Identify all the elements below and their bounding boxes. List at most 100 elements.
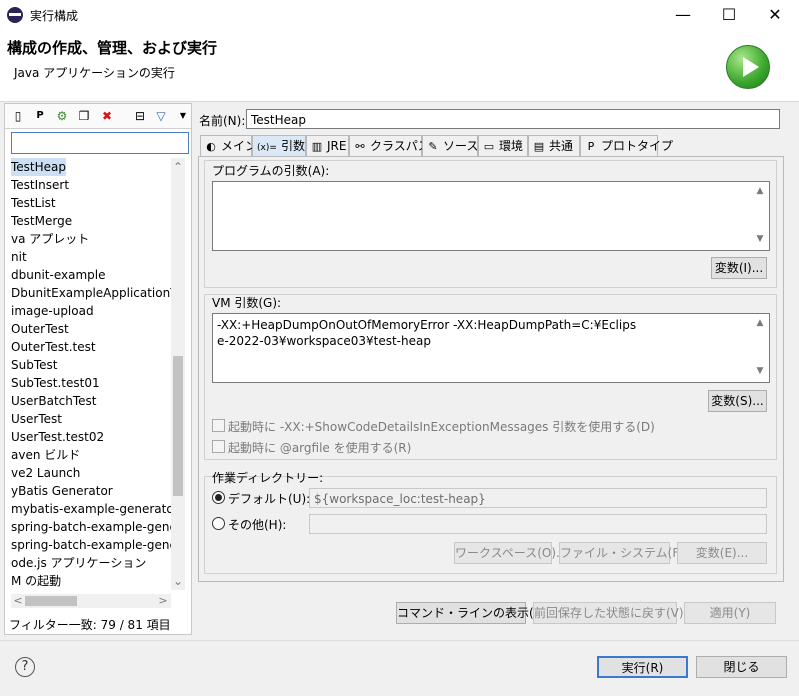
other-radio[interactable] xyxy=(212,517,225,530)
scroll-right-arrow[interactable]: > xyxy=(157,594,169,607)
vertical-scrollbar[interactable]: ⌃ ⌄ xyxy=(171,158,185,590)
main-tab-icon: ◐ xyxy=(206,140,216,153)
title-bar: 実行構成 — ☐ ✕ xyxy=(0,0,799,30)
configuration-item[interactable]: nit xyxy=(11,248,27,266)
show-code-details-checkbox[interactable] xyxy=(212,419,225,432)
configuration-item[interactable]: ve2 Launch xyxy=(11,464,80,482)
textarea-scroll-up-icon[interactable]: ▲ xyxy=(754,186,766,196)
horizontal-scrollbar[interactable]: < > xyxy=(11,594,171,608)
vertical-scroll-thumb[interactable] xyxy=(173,356,183,496)
footer-divider xyxy=(0,640,799,641)
run-button[interactable]: 実行(R) xyxy=(597,656,688,678)
configuration-item[interactable]: mybatis-example-generatorC xyxy=(11,500,171,518)
configuration-item[interactable]: yBatis Generator xyxy=(11,482,113,500)
show-command-line-button[interactable]: コマンド・ラインの表示(W) xyxy=(396,602,550,624)
prototype-tab-icon: P xyxy=(587,140,595,153)
configuration-item[interactable]: spring-batch-example-genera xyxy=(11,518,171,536)
tab-classpath[interactable]: ⚯ クラスパス xyxy=(349,135,430,156)
other-radio-label: その他(H): xyxy=(228,518,287,532)
tab-common[interactable]: ▤ 共通 xyxy=(528,135,580,156)
configuration-item[interactable]: OuterTest xyxy=(11,320,69,338)
name-label: 名前(N): xyxy=(199,114,246,128)
configuration-item[interactable]: OuterTest.test xyxy=(11,338,96,356)
configuration-item[interactable]: DbunitExampleApplicationTes xyxy=(11,284,171,302)
program-variables-button[interactable]: 変数(I)... xyxy=(711,257,767,279)
vm-arguments-textarea[interactable]: -XX:+HeapDumpOnOutOfMemoryError -XX:Heap… xyxy=(212,313,770,383)
vm-scroll-up-icon[interactable]: ▲ xyxy=(754,318,766,328)
environment-tab-icon: ▭ xyxy=(483,140,495,153)
delete-icon[interactable]: ✖ xyxy=(99,108,115,124)
minimize-button[interactable]: — xyxy=(660,0,706,30)
common-tab-icon: ▤ xyxy=(533,140,545,153)
configuration-item[interactable]: va アプレット xyxy=(11,230,89,248)
configuration-item[interactable]: SubTest xyxy=(11,356,57,374)
tab-environment[interactable]: ▭ 環境 xyxy=(478,135,528,156)
new-prototype-icon[interactable]: P xyxy=(32,108,48,124)
eclipse-icon xyxy=(7,7,23,23)
help-icon[interactable]: ? xyxy=(15,657,35,677)
vm-arguments-text: -XX:+HeapDumpOnOutOfMemoryError -XX:Heap… xyxy=(217,318,637,348)
horizontal-scroll-thumb[interactable] xyxy=(25,596,77,606)
configuration-item[interactable]: ode.js アプリケーション xyxy=(11,554,146,572)
configuration-item[interactable]: M の起動 xyxy=(11,572,61,590)
name-input[interactable]: TestHeap xyxy=(246,109,780,129)
configuration-item[interactable]: dbunit-example xyxy=(11,266,105,284)
default-radio[interactable] xyxy=(212,491,225,504)
apply-button[interactable]: 適用(Y) xyxy=(684,602,776,624)
textarea-scroll-down-icon[interactable]: ▼ xyxy=(754,234,766,244)
configuration-item[interactable]: spring-batch-example-genera xyxy=(11,536,171,554)
tab-label: 環境 xyxy=(499,139,524,153)
revert-button[interactable]: 前回保存した状態に戻す(V) xyxy=(533,602,684,624)
scroll-down-arrow[interactable]: ⌄ xyxy=(172,574,184,588)
vm-arguments-label: VM 引数(G): xyxy=(212,296,282,310)
tab-label: JRE xyxy=(327,139,347,153)
duplicate-icon[interactable]: ❐ xyxy=(76,108,92,124)
new-config-icon[interactable]: ▯ xyxy=(10,108,26,124)
tab-jre[interactable]: ▥ JRE xyxy=(306,135,349,156)
close-button[interactable]: 閉じる xyxy=(696,656,787,678)
configuration-item[interactable]: aven ビルド xyxy=(11,446,80,464)
collapse-all-icon[interactable]: ⊟ xyxy=(132,108,148,124)
vm-scroll-down-icon[interactable]: ▼ xyxy=(754,366,766,376)
header-subtitle: Java アプリケーションの実行 xyxy=(14,66,175,80)
tab-main[interactable]: ◐ メイン xyxy=(200,135,257,156)
configuration-item[interactable]: SubTest.test01 xyxy=(11,374,100,392)
other-directory-field[interactable] xyxy=(309,514,767,534)
workspace-button[interactable]: ワークスペース(O)... xyxy=(454,542,567,564)
window-title: 実行構成 xyxy=(30,9,79,23)
filter-icon[interactable]: ▽ xyxy=(153,108,169,124)
directory-variables-button[interactable]: 変数(E)... xyxy=(677,542,767,564)
view-menu-icon[interactable]: ▼ xyxy=(175,108,191,124)
argfile-label: 起動時に @argfile を使用する(R) xyxy=(228,441,412,455)
default-directory-field: ${workspace_loc:test-heap} xyxy=(309,488,767,508)
configuration-item[interactable]: UserTest.test02 xyxy=(11,428,104,446)
argfile-checkbox[interactable] xyxy=(212,440,225,453)
tab-label: プロトタイプ xyxy=(601,139,674,153)
run-banner-icon xyxy=(726,45,770,89)
tab-label: クラスパス xyxy=(370,139,430,153)
configuration-item[interactable]: TestList xyxy=(11,194,56,212)
scroll-left-arrow[interactable]: < xyxy=(12,594,24,607)
configuration-item[interactable]: TestHeap xyxy=(11,158,67,176)
configuration-item[interactable]: UserTest xyxy=(11,410,62,428)
tab-source[interactable]: ✎ ソース xyxy=(422,135,478,156)
configuration-item[interactable]: UserBatchTest xyxy=(11,392,96,410)
program-arguments-textarea[interactable]: ▲ ▼ xyxy=(212,181,770,251)
tab-prototype[interactable]: P プロトタイプ xyxy=(580,135,673,156)
configuration-item[interactable]: TestInsert xyxy=(11,176,69,194)
working-directory-label: 作業ディレクトリー: xyxy=(212,471,324,485)
vm-variables-button[interactable]: 変数(S)... xyxy=(708,390,767,412)
maximize-button[interactable]: ☐ xyxy=(706,0,752,30)
configuration-item[interactable]: TestMerge xyxy=(11,212,72,230)
classpath-tab-icon: ⚯ xyxy=(355,140,365,153)
export-icon[interactable]: ⚙ xyxy=(54,108,70,124)
file-system-button[interactable]: ファイル・システム(F)... xyxy=(559,542,695,564)
program-arguments-label: プログラムの引数(A): xyxy=(212,164,330,178)
header-title: 構成の作成、管理、および実行 xyxy=(7,39,218,57)
close-window-button[interactable]: ✕ xyxy=(752,0,798,30)
filter-input[interactable] xyxy=(11,132,189,154)
tab-arguments[interactable]: (x)= 引数 xyxy=(252,135,306,156)
scroll-up-arrow[interactable]: ⌃ xyxy=(172,160,184,174)
configuration-list: TestHeap TestInsert TestList TestMerge va アプ… xyxy=(11,158,171,590)
configuration-item[interactable]: image-upload xyxy=(11,302,94,320)
